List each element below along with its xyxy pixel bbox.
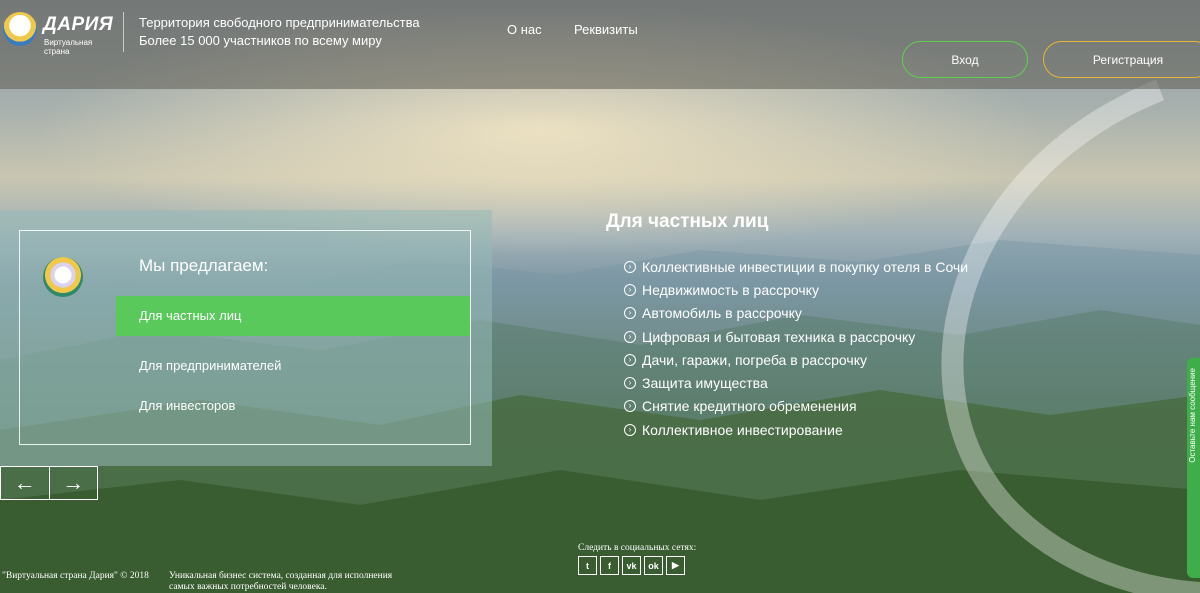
vk-icon[interactable]: vk — [622, 556, 641, 575]
offer-item-entrepreneurs[interactable]: Для предпринимателей — [116, 346, 470, 386]
offer-panel: Мы предлагаем: Для частных лиц Для предп… — [0, 210, 492, 466]
site-header: ДАРИЯ Виртуальная страна Территория своб… — [0, 0, 1200, 89]
details-title: Для частных лиц — [606, 211, 769, 232]
chevron-right-icon: › — [624, 377, 636, 390]
chevron-right-icon: › — [624, 400, 636, 413]
logo[interactable]: ДАРИЯ Виртуальная страна — [0, 8, 118, 56]
nav-about[interactable]: О нас — [507, 22, 542, 37]
lotus-emblem-icon — [43, 257, 83, 297]
tagline-line-2: Более 15 000 участников по всему миру — [139, 33, 382, 48]
twitter-icon[interactable]: t — [578, 556, 597, 575]
offer-item-investors[interactable]: Для инвесторов — [116, 386, 470, 426]
feedback-tab[interactable]: Оставьте нам сообщение — [1187, 358, 1200, 578]
register-button[interactable]: Регистрация — [1043, 41, 1200, 78]
list-item[interactable]: › Автомобиль в рассрочку — [624, 302, 968, 325]
footer-description: Уникальная бизнес система, созданная для… — [169, 571, 393, 592]
slider-controls: ← → — [0, 466, 98, 500]
tagline-line-1: Территория свободного предпринимательств… — [139, 15, 420, 30]
arrow-left-icon[interactable]: ← — [1, 467, 50, 499]
tagline: Территория свободного предпринимательств… — [139, 14, 420, 50]
list-item[interactable]: › Коллективное инвестирование — [624, 418, 968, 441]
header-divider — [123, 12, 124, 52]
chevron-right-icon: › — [624, 260, 636, 273]
nav-requisites[interactable]: Реквизиты — [574, 22, 638, 37]
arrow-right-icon[interactable]: → — [50, 467, 98, 499]
social-links: t f vk ok ▶ — [578, 556, 685, 575]
list-item[interactable]: › Цифровая и бытовая техника в рассрочку — [624, 325, 968, 348]
offer-item-private[interactable]: Для частных лиц — [116, 296, 470, 336]
list-item[interactable]: › Снятие кредитного обременения — [624, 395, 968, 418]
list-item[interactable]: › Коллективные инвестиции в покупку отеля… — [624, 255, 968, 278]
odnoklassniki-icon[interactable]: ok — [644, 556, 663, 575]
feedback-tab-label: Оставьте нам сообщение — [1188, 368, 1197, 463]
social-label: Следить в социальных сетях: — [578, 543, 697, 553]
login-button[interactable]: Вход — [902, 41, 1028, 78]
logo-subtitle: Виртуальная страна — [44, 38, 93, 56]
logo-name: ДАРИЯ — [43, 14, 114, 35]
list-item[interactable]: › Защита имущества — [624, 371, 968, 394]
offer-title: Мы предлагаем: — [139, 256, 269, 275]
chevron-right-icon: › — [624, 353, 636, 366]
lotus-logo-icon — [3, 12, 37, 46]
list-item[interactable]: › Недвижимость в рассрочку — [624, 278, 968, 301]
facebook-icon[interactable]: f — [600, 556, 619, 575]
copyright: "Виртуальная страна Дария" © 2018 — [2, 571, 149, 581]
details-list: › Коллективные инвестиции в покупку отеля… — [624, 255, 968, 441]
chevron-right-icon: › — [624, 423, 636, 436]
chevron-right-icon: › — [624, 330, 636, 343]
list-item[interactable]: › Дачи, гаражи, погреба в рассрочку — [624, 348, 968, 371]
chevron-right-icon: › — [624, 307, 636, 320]
youtube-icon[interactable]: ▶ — [666, 556, 685, 575]
chevron-right-icon: › — [624, 283, 636, 296]
